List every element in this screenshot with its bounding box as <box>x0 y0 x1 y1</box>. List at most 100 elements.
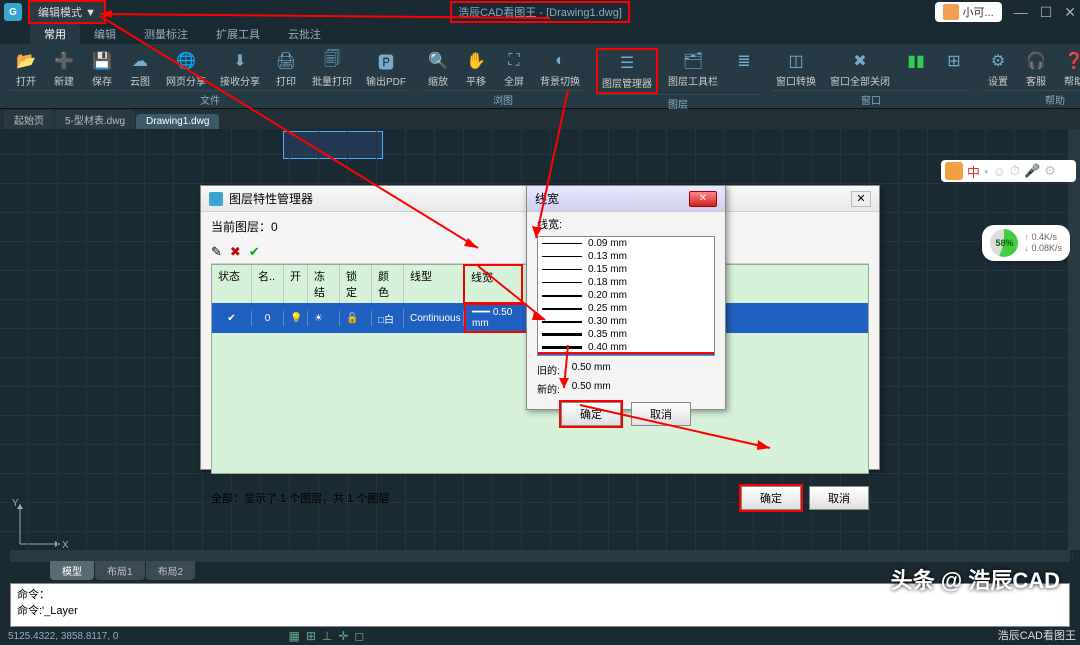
lw-item[interactable]: 0.30 mm <box>538 315 714 328</box>
maximize-button[interactable]: ☐ <box>1040 4 1053 21</box>
new-button[interactable]: ➕新建 <box>48 48 80 90</box>
lw-ok-button[interactable]: 确定 <box>561 402 621 426</box>
win-b[interactable]: ⊞ <box>938 48 970 90</box>
ime-clock-icon[interactable]: ⏱ <box>1010 163 1020 179</box>
service-button[interactable]: 🎧客服 <box>1020 48 1052 90</box>
lw-item-selected[interactable]: 0.50 mm <box>538 354 714 356</box>
ime-gear-icon[interactable]: ⚙ <box>1044 163 1056 179</box>
cloud-icon: ☁ <box>128 50 152 72</box>
bgswitch-button[interactable]: ◐背景切换 <box>536 48 584 90</box>
col-name[interactable]: 名.. <box>252 265 284 303</box>
col-on[interactable]: 开 <box>284 265 308 303</box>
layertoolbar-button[interactable]: 🗂图层工具栏 <box>664 48 722 94</box>
lw-item[interactable]: 0.15 mm <box>538 263 714 276</box>
ime-ch-icon[interactable]: 中 <box>967 162 980 181</box>
download-icon: ⬇ <box>228 50 252 72</box>
new-layer-icon[interactable]: ✎ <box>211 244 222 260</box>
layer-cancel-button[interactable]: 取消 <box>809 486 869 510</box>
tab-measure[interactable]: 测量标注 <box>130 24 202 44</box>
ime-toolbar[interactable]: 中 • ☺ ⏱ 🎤 ⚙ <box>941 160 1076 182</box>
headset-icon: 🎧 <box>1024 50 1048 72</box>
tab-common[interactable]: 常用 <box>30 24 80 44</box>
snap-icon[interactable]: ▦ <box>288 629 299 643</box>
layout2-tab[interactable]: 布局2 <box>146 561 196 580</box>
win-a[interactable]: ▮▮ <box>900 48 932 90</box>
tab-cloud[interactable]: 云批注 <box>274 24 335 44</box>
print-button[interactable]: 🖨打印 <box>270 48 302 90</box>
ime-punct-icon[interactable]: • <box>984 164 989 179</box>
lw-item[interactable]: 0.09 mm <box>538 237 714 250</box>
col-lweight[interactable]: 线宽 <box>463 264 523 304</box>
fullscreen-icon: ⛶ <box>502 50 526 72</box>
help-button[interactable]: ❓帮助 <box>1058 48 1080 90</box>
layer-ok-button[interactable]: 确定 <box>741 486 801 510</box>
cloud-button[interactable]: ☁云图 <box>124 48 156 90</box>
layermgr-button[interactable]: ☰图层管理器 <box>596 48 658 94</box>
settings-button[interactable]: ⚙设置 <box>982 48 1014 90</box>
stack-icon: ≣ <box>732 50 756 72</box>
lw-item[interactable]: 0.25 mm <box>538 302 714 315</box>
tab-ext[interactable]: 扩展工具 <box>202 24 274 44</box>
win-icon: ▮▮ <box>904 50 928 72</box>
minimize-button[interactable]: — <box>1014 4 1028 20</box>
save-button[interactable]: 💾保存 <box>86 48 118 90</box>
gear-icon: ⚙ <box>986 50 1010 72</box>
close-button[interactable]: ✕ <box>1064 4 1076 21</box>
col-freeze[interactable]: 冻结 <box>308 265 340 303</box>
set-current-icon[interactable]: ✔ <box>249 244 260 260</box>
lw-label: 线宽: <box>527 212 725 232</box>
layout1-tab[interactable]: 布局1 <box>95 561 145 580</box>
batchprint-button[interactable]: 🗐批量打印 <box>308 48 356 90</box>
exportpdf-button[interactable]: 🅿输出PDF <box>362 48 410 90</box>
closeall-icon: ✖ <box>848 50 872 72</box>
save-icon: 💾 <box>90 50 114 72</box>
watermark: 头条 @ 浩辰CAD <box>891 563 1060 595</box>
zoom-button[interactable]: 🔍缩放 <box>422 48 454 90</box>
lw-item[interactable]: 0.40 mm <box>538 341 714 354</box>
osnap-icon[interactable]: ◻ <box>354 629 364 643</box>
lw-item[interactable]: 0.35 mm <box>538 328 714 341</box>
mode-dropdown[interactable]: 编辑模式 ▼ <box>28 0 106 24</box>
help-icon: ❓ <box>1062 50 1080 72</box>
webshare-button[interactable]: 🌐网页分享 <box>162 48 210 90</box>
col-color[interactable]: 颜色 <box>372 265 404 303</box>
dialog-close-button[interactable]: ✕ <box>851 191 871 207</box>
dialog-title: 图层特性管理器 <box>229 190 313 207</box>
tab-edit[interactable]: 编辑 <box>80 24 130 44</box>
tab-start[interactable]: 起始页 <box>4 110 54 129</box>
ribbon: 📂打开 ➕新建 💾保存 ☁云图 🌐网页分享 ⬇接收分享 🖨打印 🗐批量打印 🅿输… <box>0 44 1080 109</box>
pan-button[interactable]: ✋平移 <box>460 48 492 90</box>
polar-icon[interactable]: ✛ <box>338 629 348 643</box>
layers-button[interactable]: ≣ <box>728 48 760 94</box>
space-tabs: 模型 布局1 布局2 <box>50 561 195 580</box>
print-icon: 🖨 <box>274 50 298 72</box>
tab-doc1[interactable]: 5-型材表.dwg <box>55 110 135 129</box>
lw-cancel-button[interactable]: 取消 <box>631 402 691 426</box>
lineweight-list[interactable]: 0.09 mm 0.13 mm 0.15 mm 0.18 mm 0.20 mm … <box>537 236 715 356</box>
open-button[interactable]: 📂打开 <box>10 48 42 90</box>
ime-emoji-icon[interactable]: ☺ <box>993 164 1006 179</box>
lineweight-cell[interactable]: ━━━ 0.50 mm <box>464 303 528 333</box>
ortho-icon[interactable]: ⊥ <box>322 629 332 643</box>
delete-layer-icon[interactable]: ✖ <box>230 244 241 260</box>
winconv-button[interactable]: ◫窗口转换 <box>772 48 820 90</box>
bg-icon: ◐ <box>548 50 572 72</box>
col-ltype[interactable]: 线型 <box>404 265 464 303</box>
v-scrollbar[interactable] <box>1068 129 1080 550</box>
grid-snap-icon[interactable]: ⊞ <box>306 629 316 643</box>
col-status[interactable]: 状态 <box>212 265 252 303</box>
tab-doc2[interactable]: Drawing1.dwg <box>136 114 219 129</box>
ime-logo-icon <box>945 162 963 180</box>
lw-item[interactable]: 0.13 mm <box>538 250 714 263</box>
lw-item[interactable]: 0.20 mm <box>538 289 714 302</box>
model-tab[interactable]: 模型 <box>50 561 94 580</box>
col-lock[interactable]: 锁定 <box>340 265 372 303</box>
lw-close-button[interactable]: ✕ <box>689 191 717 207</box>
ime-mic-icon[interactable]: 🎤 <box>1024 163 1040 179</box>
recvshare-button[interactable]: ⬇接收分享 <box>216 48 264 90</box>
speed-widget[interactable]: 58% 0.4K/s0.08K/s <box>982 225 1070 261</box>
fullscreen-button[interactable]: ⛶全屏 <box>498 48 530 90</box>
user-chip[interactable]: 小可... <box>935 2 1002 22</box>
lw-item[interactable]: 0.18 mm <box>538 276 714 289</box>
closeall-button[interactable]: ✖窗口全部关闭 <box>826 48 894 90</box>
